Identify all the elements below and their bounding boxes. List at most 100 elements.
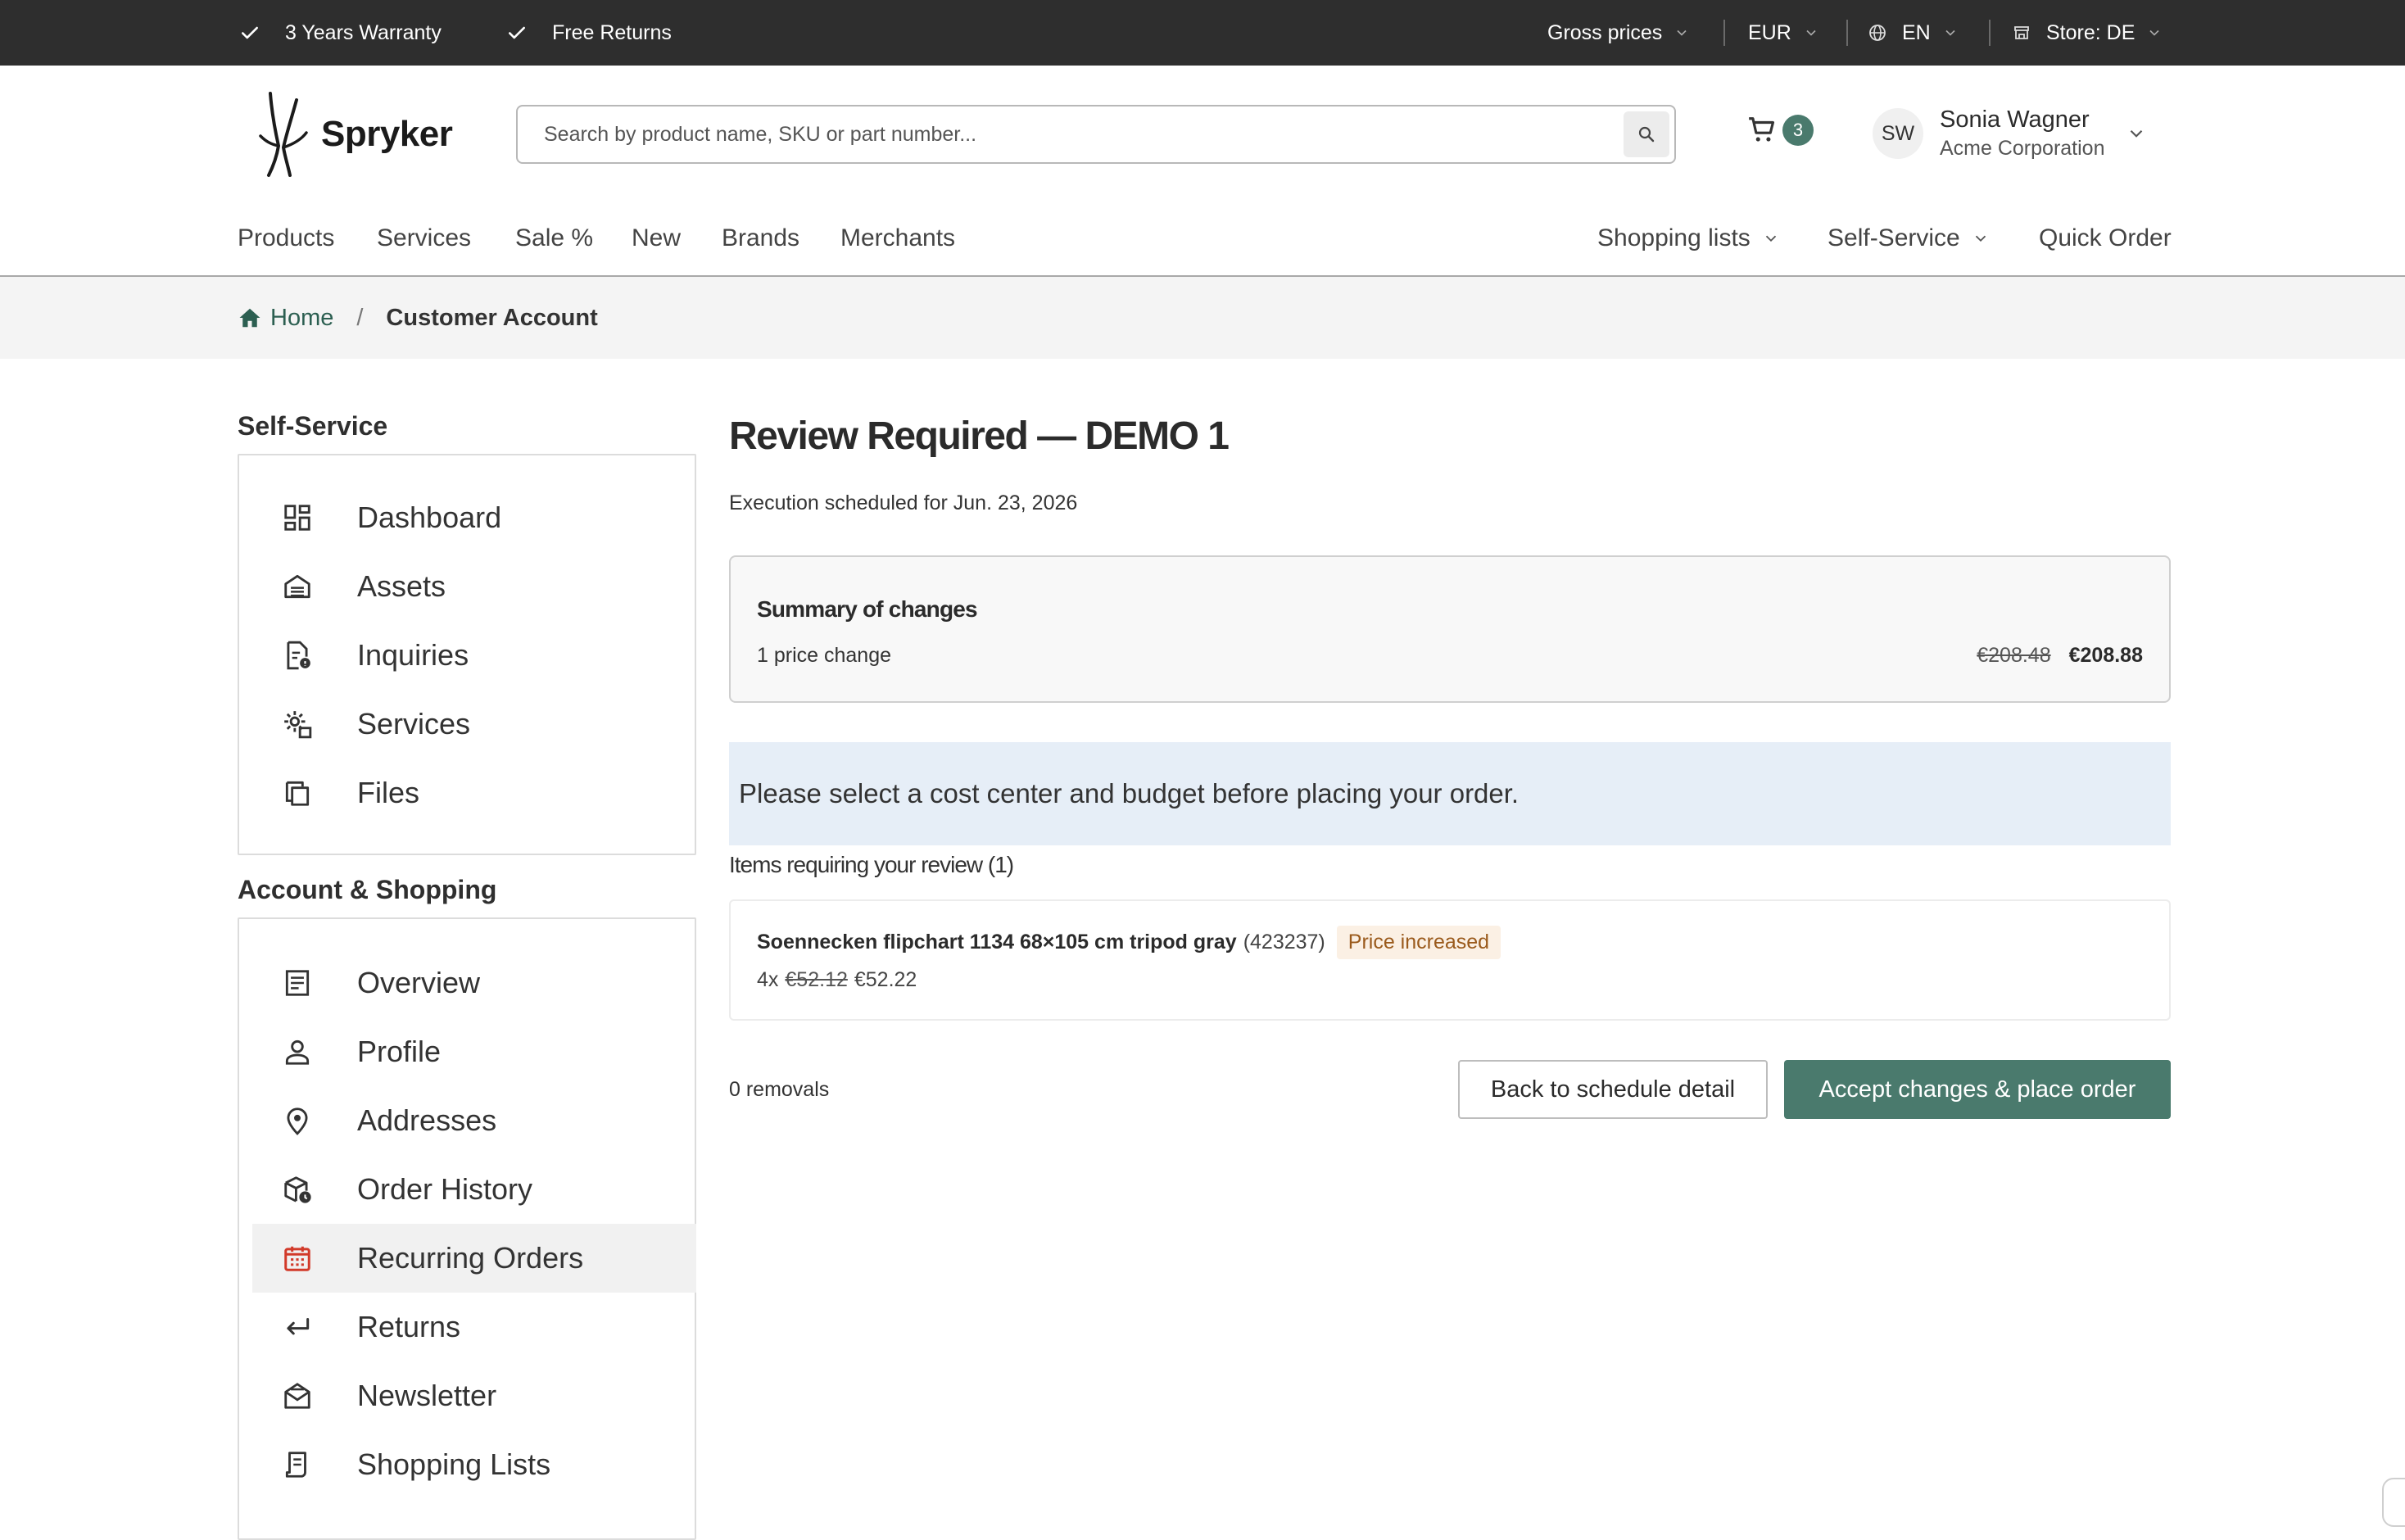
- assets-icon: [284, 574, 310, 599]
- order-history-icon: [284, 1176, 311, 1203]
- checkmark-icon: [242, 26, 258, 39]
- summary-prices: €208.48 €208.88: [1977, 644, 2143, 668]
- nav-label: Self-Service: [1828, 224, 1960, 251]
- cart-button[interactable]: 3: [1746, 115, 1814, 146]
- breadcrumb-separator: /: [356, 304, 364, 331]
- nav-sale[interactable]: Sale %: [515, 224, 593, 252]
- nav-new[interactable]: New: [632, 224, 681, 252]
- sidebar-item-assets[interactable]: Assets: [252, 552, 696, 621]
- nav-label: Merchants: [840, 224, 956, 251]
- sidebar-self-service: Dashboard Assets Inquiries Services File…: [238, 454, 696, 855]
- nav-merchants[interactable]: Merchants: [840, 224, 955, 252]
- sidebar-item-addresses[interactable]: Addresses: [252, 1086, 696, 1155]
- item-name[interactable]: Soennecken flipchart 1134 68×105 cm trip…: [757, 931, 1237, 954]
- sidebar-item-label: Addresses: [357, 1103, 497, 1137]
- item-new-price: €52.22: [854, 968, 917, 991]
- sidebar-item-profile[interactable]: Profile: [252, 1017, 696, 1086]
- sidebar-item-order-history[interactable]: Order History: [252, 1155, 696, 1224]
- language-selector[interactable]: EN: [1868, 0, 1959, 66]
- search-icon: [1638, 126, 1655, 143]
- nav-products[interactable]: Products: [238, 224, 334, 252]
- newsletter-icon: [284, 1383, 310, 1409]
- divider: [1723, 20, 1725, 46]
- sidebar-item-label: Recurring Orders: [357, 1241, 584, 1275]
- sidebar-item-label: Order History: [357, 1172, 533, 1206]
- logo-text: Spryker: [321, 114, 453, 154]
- spryker-logo-icon: [259, 92, 308, 177]
- sidebar-title-self-service: Self-Service: [238, 411, 388, 441]
- price-mode-label: Gross prices: [1547, 20, 1663, 44]
- chevron-down-icon: [1975, 235, 1986, 242]
- main-navigation: Products Services Sale % New Brands Merc…: [0, 205, 2405, 277]
- usp-returns: Free Returns: [506, 0, 672, 66]
- currency-selector[interactable]: EUR: [1748, 0, 1819, 66]
- store-label: Store: DE: [2046, 20, 2136, 44]
- nav-services[interactable]: Services: [377, 224, 471, 252]
- breadcrumb-current: Customer Account: [386, 304, 598, 331]
- store-icon: [2014, 26, 2029, 39]
- calendar-icon: [284, 1246, 310, 1271]
- items-heading: Items requiring your review (1): [729, 852, 1014, 877]
- user-menu[interactable]: SW Sonia Wagner Acme Corporation: [1873, 106, 2147, 161]
- top-bar: 3 Years Warranty Free Returns Gross pric…: [0, 0, 2405, 66]
- language-label: EN: [1902, 20, 1931, 44]
- price-mode-selector[interactable]: Gross prices: [1547, 0, 1690, 66]
- sidebar-item-files[interactable]: Files: [252, 759, 696, 827]
- home-icon: [239, 308, 260, 328]
- nav-label: New: [632, 224, 682, 251]
- nav-label: Shopping lists: [1597, 224, 1751, 251]
- sidebar-item-returns[interactable]: Returns: [252, 1293, 696, 1361]
- summary-count: 1 price change: [757, 644, 892, 667]
- sidebar-item-recurring-orders[interactable]: Recurring Orders: [252, 1224, 696, 1293]
- usp-returns-label: Free Returns: [552, 20, 672, 44]
- nav-self-service[interactable]: Self-Service: [1828, 224, 1990, 252]
- globe-icon: [1869, 25, 1886, 41]
- user-name: Sonia Wagner: [1940, 106, 2090, 133]
- price-increased-badge: Price increased: [1336, 926, 1501, 959]
- summary-title: Summary of changes: [757, 596, 978, 622]
- nav-label: Sale %: [515, 224, 594, 251]
- nav-brands[interactable]: Brands: [722, 224, 799, 252]
- accept-and-place-order-button[interactable]: Accept changes & place order: [1784, 1060, 2171, 1119]
- sidebar-item-newsletter[interactable]: Newsletter: [252, 1361, 696, 1430]
- chevron-down-icon: [1677, 29, 1687, 36]
- search-button[interactable]: [1624, 111, 1669, 157]
- sidebar-item-label: Files: [357, 776, 420, 809]
- shopping-list-icon: [285, 1452, 306, 1478]
- divider: [1989, 20, 1991, 46]
- sidebar-item-services[interactable]: Services: [252, 690, 696, 759]
- usp-warranty: 3 Years Warranty: [239, 0, 442, 66]
- execution-date: Execution scheduled for Jun. 23, 2026: [729, 491, 1078, 514]
- profile-icon: [285, 1040, 310, 1065]
- breadcrumb-home[interactable]: Home: [238, 305, 333, 332]
- sidebar-item-shopping-lists[interactable]: Shopping Lists: [252, 1430, 696, 1499]
- sidebar-item-dashboard[interactable]: Dashboard: [252, 483, 696, 552]
- item-quantity: 4x: [757, 968, 779, 991]
- user-company: Acme Corporation: [1940, 137, 2105, 160]
- dashboard-icon: [284, 505, 310, 531]
- item-sku: (423237): [1243, 931, 1325, 953]
- new-total: €208.88: [2068, 644, 2143, 667]
- search-bar: [516, 105, 1676, 164]
- store-selector[interactable]: Store: DE: [2012, 0, 2163, 66]
- logo[interactable]: Spryker: [254, 90, 453, 179]
- nav-shopping-lists[interactable]: Shopping lists: [1597, 224, 1780, 252]
- cart-count-badge: 3: [1782, 115, 1814, 146]
- inquiries-icon: [287, 641, 310, 670]
- search-input[interactable]: [544, 122, 1624, 147]
- breadcrumb: Home / Customer Account: [238, 277, 598, 359]
- return-arrow-icon: [287, 1317, 310, 1335]
- sidebar-item-inquiries[interactable]: Inquiries: [252, 621, 696, 690]
- avatar: SW: [1873, 108, 1923, 159]
- chevron-down-icon: [1806, 29, 1816, 36]
- nav-quick-order[interactable]: Quick Order: [2039, 224, 2172, 252]
- item-old-price: €52.12: [785, 968, 848, 991]
- floating-widget[interactable]: [2382, 1478, 2405, 1527]
- back-to-schedule-button[interactable]: Back to schedule detail: [1458, 1060, 1768, 1119]
- files-icon: [285, 781, 310, 806]
- nav-label: Products: [238, 224, 335, 251]
- chevron-down-icon: [2149, 29, 2159, 36]
- overview-icon: [285, 970, 310, 996]
- sidebar-item-overview[interactable]: Overview: [252, 949, 696, 1017]
- nav-label: Quick Order: [2039, 224, 2172, 251]
